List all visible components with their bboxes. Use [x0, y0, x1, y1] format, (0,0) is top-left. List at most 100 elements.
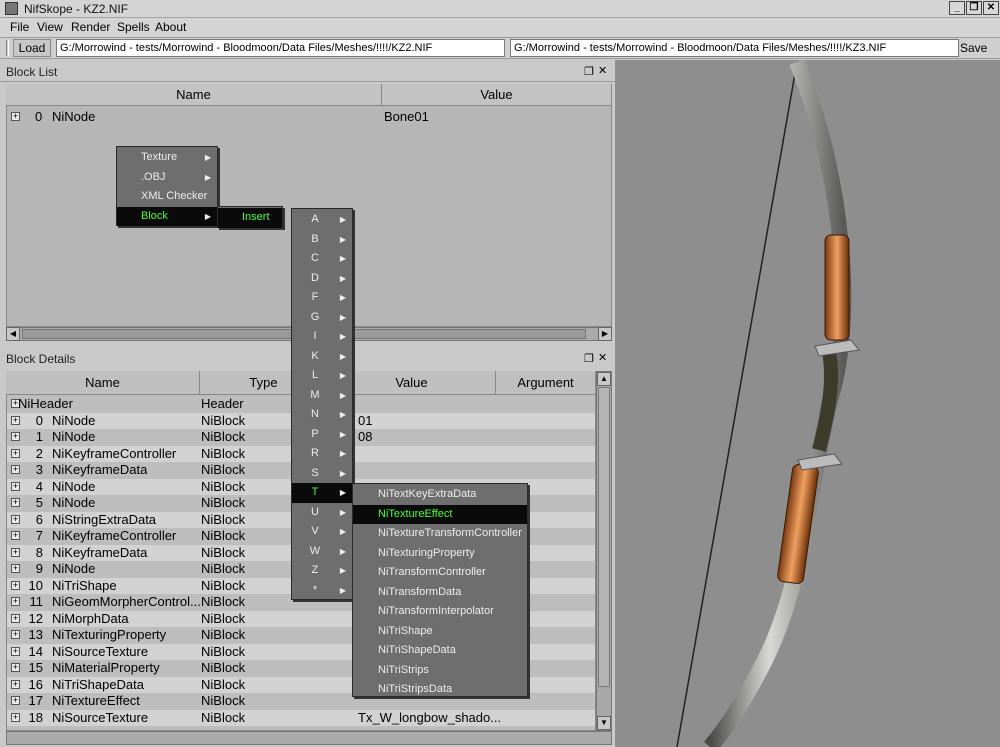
t-block-menu-item[interactable]: NiTexturingProperty	[353, 544, 527, 564]
scroll-down-icon[interactable]: ▼	[597, 716, 611, 730]
t-block-menu-item[interactable]: NiTransformData	[353, 583, 527, 603]
expand-icon[interactable]: +	[11, 432, 20, 441]
load-path-input[interactable]: G:/Morrowind - tests/Morrowind - Bloodmo…	[56, 39, 505, 57]
t-block-menu-item[interactable]: NiTextKeyExtraData	[353, 485, 527, 505]
expand-icon[interactable]: +	[11, 465, 20, 474]
column-value[interactable]: Value	[382, 84, 612, 106]
letter-menu-item[interactable]: G ▶	[292, 308, 352, 328]
expand-icon[interactable]: +	[11, 679, 20, 689]
expand-icon[interactable]: +	[11, 498, 20, 507]
expand-icon[interactable]: +	[11, 448, 20, 458]
save-path-input[interactable]: G:/Morrowind - tests/Morrowind - Bloodmo…	[510, 39, 959, 57]
t-block-menu-label: NiTexturingProperty	[378, 546, 475, 559]
tree-node-name[interactable]: NiNode	[52, 109, 95, 124]
expand-icon[interactable]: +	[11, 663, 20, 672]
letter-menu-label: N	[311, 408, 319, 420]
restore-button[interactable]: ❐	[966, 1, 982, 15]
close-icon[interactable]: ✕	[598, 64, 607, 77]
insert-menu-item[interactable]: Insert	[218, 208, 282, 228]
expand-icon[interactable]: +	[11, 531, 20, 540]
expand-icon[interactable]: +	[11, 712, 20, 722]
expand-icon[interactable]: +	[11, 613, 20, 623]
float-icon[interactable]: ❐	[584, 65, 594, 78]
context-menu-item[interactable]: XML Checker	[117, 187, 217, 207]
submenu-arrow-icon: ▶	[339, 312, 346, 322]
letter-menu-item[interactable]: U ▶	[292, 503, 352, 523]
expand-icon[interactable]: +	[11, 696, 20, 705]
close-icon[interactable]: ✕	[598, 351, 607, 364]
expand-icon[interactable]: +	[11, 646, 20, 656]
column-name[interactable]: Name	[6, 371, 200, 395]
submenu-arrow-icon: ▶	[339, 527, 346, 536]
letter-menu-item[interactable]: L ▶	[292, 366, 352, 386]
scroll-right-icon[interactable]: ▶	[598, 327, 612, 341]
letter-menu-label: M	[310, 388, 320, 401]
letter-menu-item[interactable]: T ▶	[292, 483, 352, 503]
letter-menu-item[interactable]: D ▶	[292, 269, 352, 289]
scrollbar-thumb[interactable]	[598, 387, 610, 687]
letter-menu-item[interactable]: W ▶	[292, 542, 352, 562]
letter-menu-item[interactable]: I ▶	[292, 327, 352, 347]
t-block-menu-item[interactable]: NiTriShapeData	[353, 641, 527, 661]
close-button[interactable]: ✕	[983, 1, 999, 15]
row-type: NiBlock	[201, 660, 246, 675]
menu-spells[interactable]: Spells	[117, 20, 150, 34]
letter-menu-label: P	[311, 427, 319, 440]
row-type: NiBlock	[201, 511, 246, 527]
t-block-menu-item[interactable]: NiTriShape	[353, 622, 527, 642]
letter-menu-item[interactable]: V ▶	[292, 522, 352, 542]
expand-icon[interactable]: +	[11, 597, 20, 606]
table-row[interactable]: +18 NiSourceTexture NiBlock Tx_W_longbow_sh…	[7, 709, 595, 726]
menu-about[interactable]: About	[155, 20, 186, 34]
context-menu-item[interactable]: Block ▶	[117, 206, 217, 226]
toolbar-grip[interactable]	[6, 40, 9, 56]
column-argument[interactable]: Argument	[496, 371, 596, 395]
letter-menu-item[interactable]: R ▶	[292, 444, 352, 464]
expand-icon[interactable]: +	[11, 580, 20, 590]
minimize-button[interactable]: _	[949, 1, 965, 15]
expand-icon[interactable]: +	[11, 547, 20, 557]
letter-menu-item[interactable]: S ▶	[292, 464, 352, 484]
t-block-menu-item[interactable]: NiTriStripsData	[353, 680, 527, 700]
letter-menu-label: K	[311, 349, 319, 362]
context-menu-item[interactable]: .OBJ ▶	[117, 168, 217, 188]
save-button[interactable]: Save	[960, 41, 987, 55]
t-block-menu-item[interactable]: NiTextureEffect	[353, 504, 527, 524]
letter-menu-label: W	[309, 544, 321, 557]
letter-menu-item[interactable]: P ▶	[292, 425, 352, 445]
t-block-menu-item[interactable]: NiTextureTransformController	[353, 524, 527, 544]
letter-menu-label: R	[311, 447, 319, 459]
letter-menu-item[interactable]: M ▶	[292, 386, 352, 406]
expand-icon[interactable]: +	[11, 564, 20, 573]
letter-menu-item[interactable]: Z ▶	[292, 561, 352, 581]
letter-menu-item[interactable]: B ▶	[292, 230, 352, 250]
menu-view[interactable]: View	[37, 20, 63, 34]
t-block-menu-item[interactable]: NiTriStrips	[353, 661, 527, 681]
letter-menu-item[interactable]: K ▶	[292, 347, 352, 367]
letter-menu-item[interactable]: F ▶	[292, 288, 352, 308]
t-block-menu-item[interactable]: NiTransformController	[353, 563, 527, 583]
t-block-menu-item[interactable]: NiTransformInterpolator	[353, 602, 527, 622]
column-value[interactable]: Value	[328, 371, 496, 395]
horizontal-scrollbar[interactable]	[6, 731, 612, 745]
letter-menu-item[interactable]: C ▶	[292, 249, 352, 269]
letter-menu-item[interactable]: N ▶	[292, 405, 352, 425]
scroll-left-icon[interactable]: ◀	[6, 327, 20, 341]
expand-icon[interactable]: +	[11, 481, 20, 491]
context-menu-item[interactable]: Texture ▶	[117, 148, 217, 168]
column-name[interactable]: Name	[6, 84, 382, 106]
menu-file[interactable]: File	[10, 20, 29, 34]
row-type: NiBlock	[201, 693, 246, 708]
expand-icon[interactable]: +	[11, 112, 20, 121]
letter-menu-item[interactable]: * ▶	[292, 581, 352, 601]
letter-menu-item[interactable]: A ▶	[292, 210, 352, 230]
scroll-up-icon[interactable]: ▲	[597, 372, 611, 386]
bow-handle-wrap	[812, 343, 839, 452]
expand-icon[interactable]: +	[11, 630, 20, 639]
expand-icon[interactable]: +	[11, 514, 20, 524]
menu-render[interactable]: Render	[71, 20, 110, 34]
float-icon[interactable]: ❐	[584, 352, 594, 365]
render-viewport[interactable]	[615, 58, 1000, 747]
load-button[interactable]: Load	[13, 39, 51, 57]
expand-icon[interactable]: +	[11, 415, 20, 425]
